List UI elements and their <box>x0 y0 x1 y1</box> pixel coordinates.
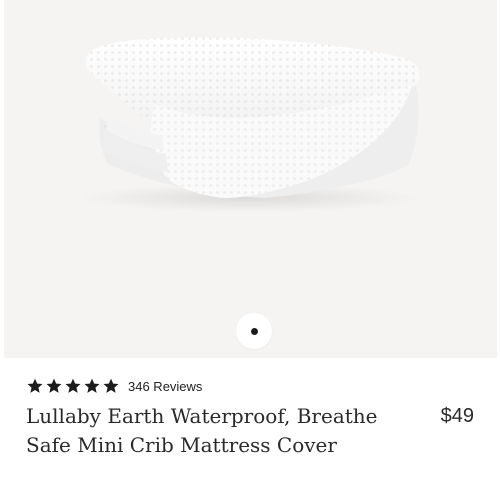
star-icon <box>27 378 43 393</box>
star-icon <box>84 378 100 393</box>
product-image-area[interactable] <box>4 0 497 358</box>
product-card[interactable]: 346 Reviews Lullaby Earth Waterproof, Br… <box>0 0 500 500</box>
star-rating <box>26 377 120 395</box>
product-image[interactable] <box>4 0 497 358</box>
rating-row[interactable]: 346 Reviews <box>26 376 202 396</box>
star-icon <box>65 378 81 393</box>
reviews-count[interactable]: 346 Reviews <box>128 379 202 394</box>
star-icon <box>46 378 62 393</box>
product-price: $49 <box>440 405 474 427</box>
carousel-dot-icon[interactable] <box>250 327 258 335</box>
carousel-pagination[interactable] <box>236 313 272 349</box>
star-icon <box>103 378 119 393</box>
product-title[interactable]: Lullaby Earth Waterproof, Breathe Safe M… <box>26 402 406 460</box>
